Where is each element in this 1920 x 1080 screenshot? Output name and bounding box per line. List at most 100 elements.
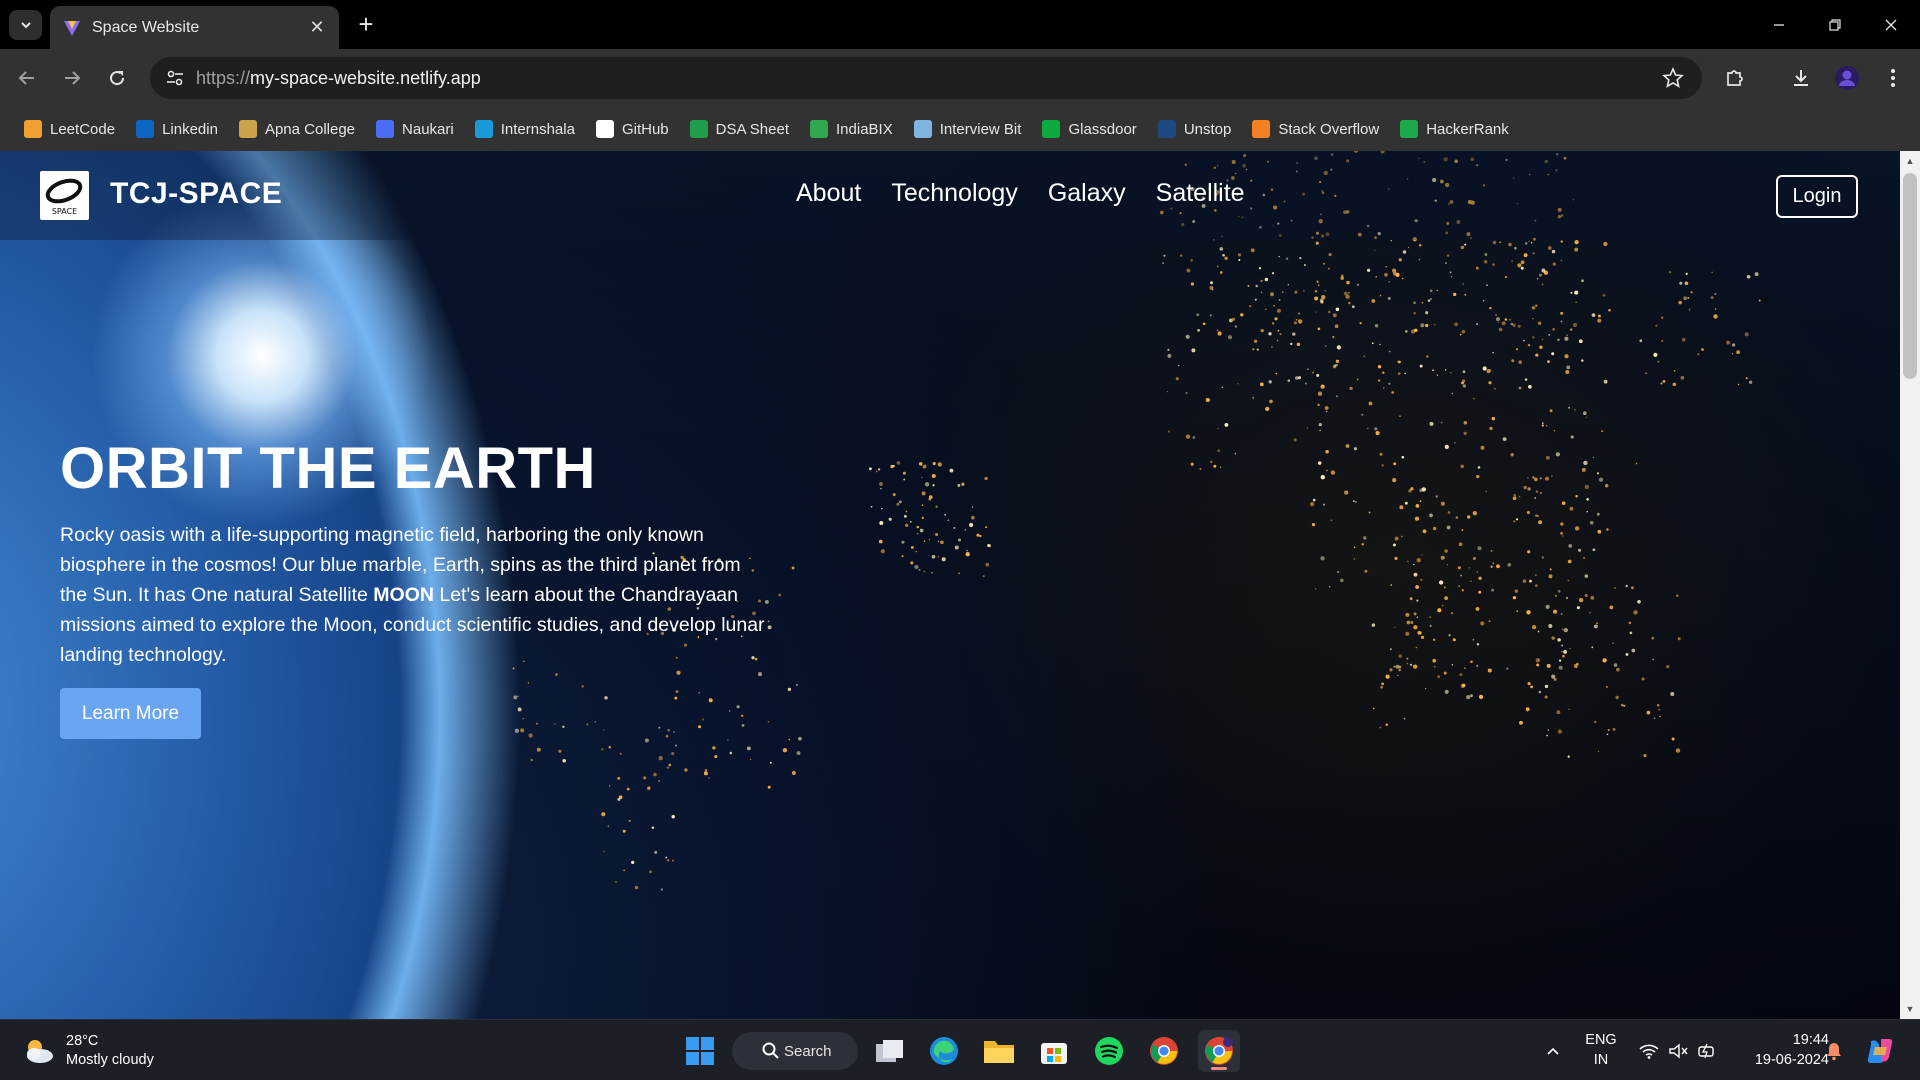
browser-toolbar: https://my-space-website.netlify.app bbox=[0, 49, 1920, 107]
nav-galaxy[interactable]: Galaxy bbox=[1048, 179, 1126, 208]
learn-more-button[interactable]: Learn More bbox=[60, 688, 201, 739]
site-info-icon[interactable] bbox=[164, 67, 186, 89]
bookmark-apna-college[interactable]: Apna College bbox=[233, 114, 361, 144]
restore-button[interactable] bbox=[1807, 0, 1863, 49]
taskbar-spotify[interactable] bbox=[1088, 1030, 1130, 1072]
download-icon bbox=[1794, 70, 1808, 86]
leetcode-icon bbox=[24, 120, 42, 138]
hero-description: Rocky oasis with a life-supporting magne… bbox=[60, 520, 772, 670]
hackerrank-icon bbox=[1400, 120, 1419, 138]
weather-widget[interactable]: 28°C Mostly cloudy bbox=[22, 1032, 154, 1070]
glassdoor-icon bbox=[1042, 120, 1061, 138]
region-code: IN bbox=[1593, 1052, 1609, 1068]
bookmark-interviewbit[interactable]: Interview Bit bbox=[908, 114, 1028, 144]
bookmark-label: HackerRank bbox=[1426, 120, 1509, 138]
scroll-up-icon[interactable]: ▲ bbox=[1900, 153, 1920, 169]
weather-temp: 28°C bbox=[66, 1033, 99, 1049]
language-indicator[interactable]: ENG IN bbox=[1582, 1030, 1620, 1070]
bookmark-stackoverflow[interactable]: Stack Overflow bbox=[1246, 114, 1385, 144]
close-window-button[interactable] bbox=[1863, 0, 1919, 49]
github-icon bbox=[595, 120, 614, 138]
show-hidden-icons-button[interactable] bbox=[1538, 1020, 1568, 1080]
url-text: https://my-space-website.netlify.app bbox=[196, 68, 481, 89]
bookmark-label: IndiaBIX bbox=[836, 120, 893, 138]
weather-desc: Mostly cloudy bbox=[66, 1052, 154, 1068]
logo-text: SPACE bbox=[52, 207, 77, 216]
address-bar[interactable]: https://my-space-website.netlify.app bbox=[150, 57, 1702, 99]
taskbar-search[interactable]: Search bbox=[732, 1032, 858, 1070]
search-icon bbox=[762, 1042, 779, 1059]
bookmark-indiabix[interactable]: IndiaBIX bbox=[804, 114, 899, 144]
bookmark-label: Naukari bbox=[402, 120, 454, 138]
bookmark-naukari[interactable]: Naukari bbox=[370, 114, 460, 144]
language-code: ENG bbox=[1585, 1032, 1617, 1048]
reload-button[interactable] bbox=[100, 61, 134, 95]
tab-search-button[interactable] bbox=[9, 10, 42, 40]
interviewbit-icon bbox=[913, 120, 932, 138]
nav-satellite[interactable]: Satellite bbox=[1156, 179, 1245, 208]
tab-active[interactable]: Space Website ✕ bbox=[50, 6, 339, 49]
bookmark-github[interactable]: GitHub bbox=[590, 114, 675, 144]
bookmark-dsa-sheet[interactable]: DSA Sheet bbox=[684, 114, 795, 144]
forward-button[interactable] bbox=[55, 61, 89, 95]
bookmark-label: GitHub bbox=[621, 120, 669, 138]
task-view-button[interactable] bbox=[869, 1030, 911, 1072]
space-logo-icon: SPACE bbox=[45, 178, 83, 216]
tab-close-icon[interactable]: ✕ bbox=[307, 17, 327, 38]
minimize-button[interactable] bbox=[1751, 0, 1807, 49]
system-clock[interactable]: 19:44 19-06-2024 bbox=[1733, 1030, 1829, 1070]
bookmark-glassdoor[interactable]: Glassdoor bbox=[1036, 114, 1142, 144]
taskbar-chrome-profile-active[interactable] bbox=[1198, 1030, 1240, 1072]
volume-status[interactable] bbox=[1664, 1020, 1692, 1080]
start-button[interactable] bbox=[679, 1030, 721, 1072]
hero-title: ORBIT THE EARTH bbox=[60, 436, 596, 501]
site-nav: About Technology Galaxy Satellite bbox=[796, 179, 1275, 208]
tab-title: Space Website bbox=[92, 18, 200, 36]
nav-technology[interactable]: Technology bbox=[891, 179, 1017, 208]
folder-icon bbox=[984, 1041, 1014, 1063]
login-button[interactable]: Login bbox=[1776, 175, 1858, 218]
arrow-left-icon bbox=[18, 71, 34, 85]
browser-tab-strip: Space Website ✕ + bbox=[0, 0, 1920, 49]
spotify-icon bbox=[1095, 1037, 1123, 1065]
new-tab-button[interactable]: + bbox=[355, 10, 377, 40]
page-scrollbar[interactable]: ▲ ▼ bbox=[1900, 151, 1920, 1019]
url-host: my-space-website.netlify.app bbox=[250, 68, 481, 88]
bookmark-leetcode[interactable]: LeetCode bbox=[18, 114, 121, 144]
edge-icon bbox=[930, 1037, 958, 1065]
downloads-button[interactable] bbox=[1784, 61, 1818, 95]
chrome-profile-icon bbox=[1205, 1037, 1233, 1065]
nav-about[interactable]: About bbox=[796, 179, 861, 208]
taskbar-store[interactable] bbox=[1033, 1030, 1075, 1072]
site-brand[interactable]: TCJ-SPACE bbox=[110, 177, 282, 211]
taskbar-edge[interactable] bbox=[923, 1030, 965, 1072]
bookmark-internshala[interactable]: Internshala bbox=[469, 114, 581, 144]
bookmark-hackerrank[interactable]: HackerRank bbox=[1394, 114, 1515, 144]
bookmark-label: Glassdoor bbox=[1068, 120, 1137, 138]
reload-icon bbox=[110, 71, 125, 86]
back-button[interactable] bbox=[10, 61, 44, 95]
puzzle-icon bbox=[1727, 70, 1743, 86]
battery-status[interactable] bbox=[1693, 1020, 1721, 1080]
avatar bbox=[1835, 66, 1859, 90]
bookmark-unstop[interactable]: Unstop bbox=[1152, 114, 1238, 144]
restore-icon bbox=[1829, 18, 1841, 31]
bookmark-linkedin[interactable]: Linkedin bbox=[130, 114, 224, 144]
scrollbar-thumb[interactable] bbox=[1903, 173, 1917, 379]
extensions-button[interactable] bbox=[1718, 61, 1752, 95]
profile-button[interactable] bbox=[1830, 61, 1864, 95]
site-logo[interactable]: SPACE bbox=[40, 171, 89, 220]
bookmark-label: DSA Sheet bbox=[715, 120, 790, 138]
bookmark-label: Stack Overflow bbox=[1278, 120, 1380, 138]
site-favicon-icon bbox=[64, 20, 80, 36]
bookmarks-bar: LeetCode Linkedin Apna College Naukari Inter… bbox=[0, 107, 1920, 151]
copilot-button[interactable] bbox=[1862, 1020, 1898, 1080]
taskbar-file-explorer[interactable] bbox=[978, 1030, 1020, 1072]
wifi-status[interactable] bbox=[1635, 1020, 1663, 1080]
browser-menu-button[interactable] bbox=[1876, 61, 1910, 95]
bookmark-star-icon[interactable] bbox=[1662, 67, 1684, 89]
scroll-down-icon[interactable]: ▼ bbox=[1900, 1001, 1920, 1017]
screen: Space Website ✕ + https://my-space-websi… bbox=[0, 0, 1920, 1080]
taskbar-chrome[interactable] bbox=[1143, 1030, 1185, 1072]
notifications-button[interactable] bbox=[1820, 1020, 1848, 1080]
